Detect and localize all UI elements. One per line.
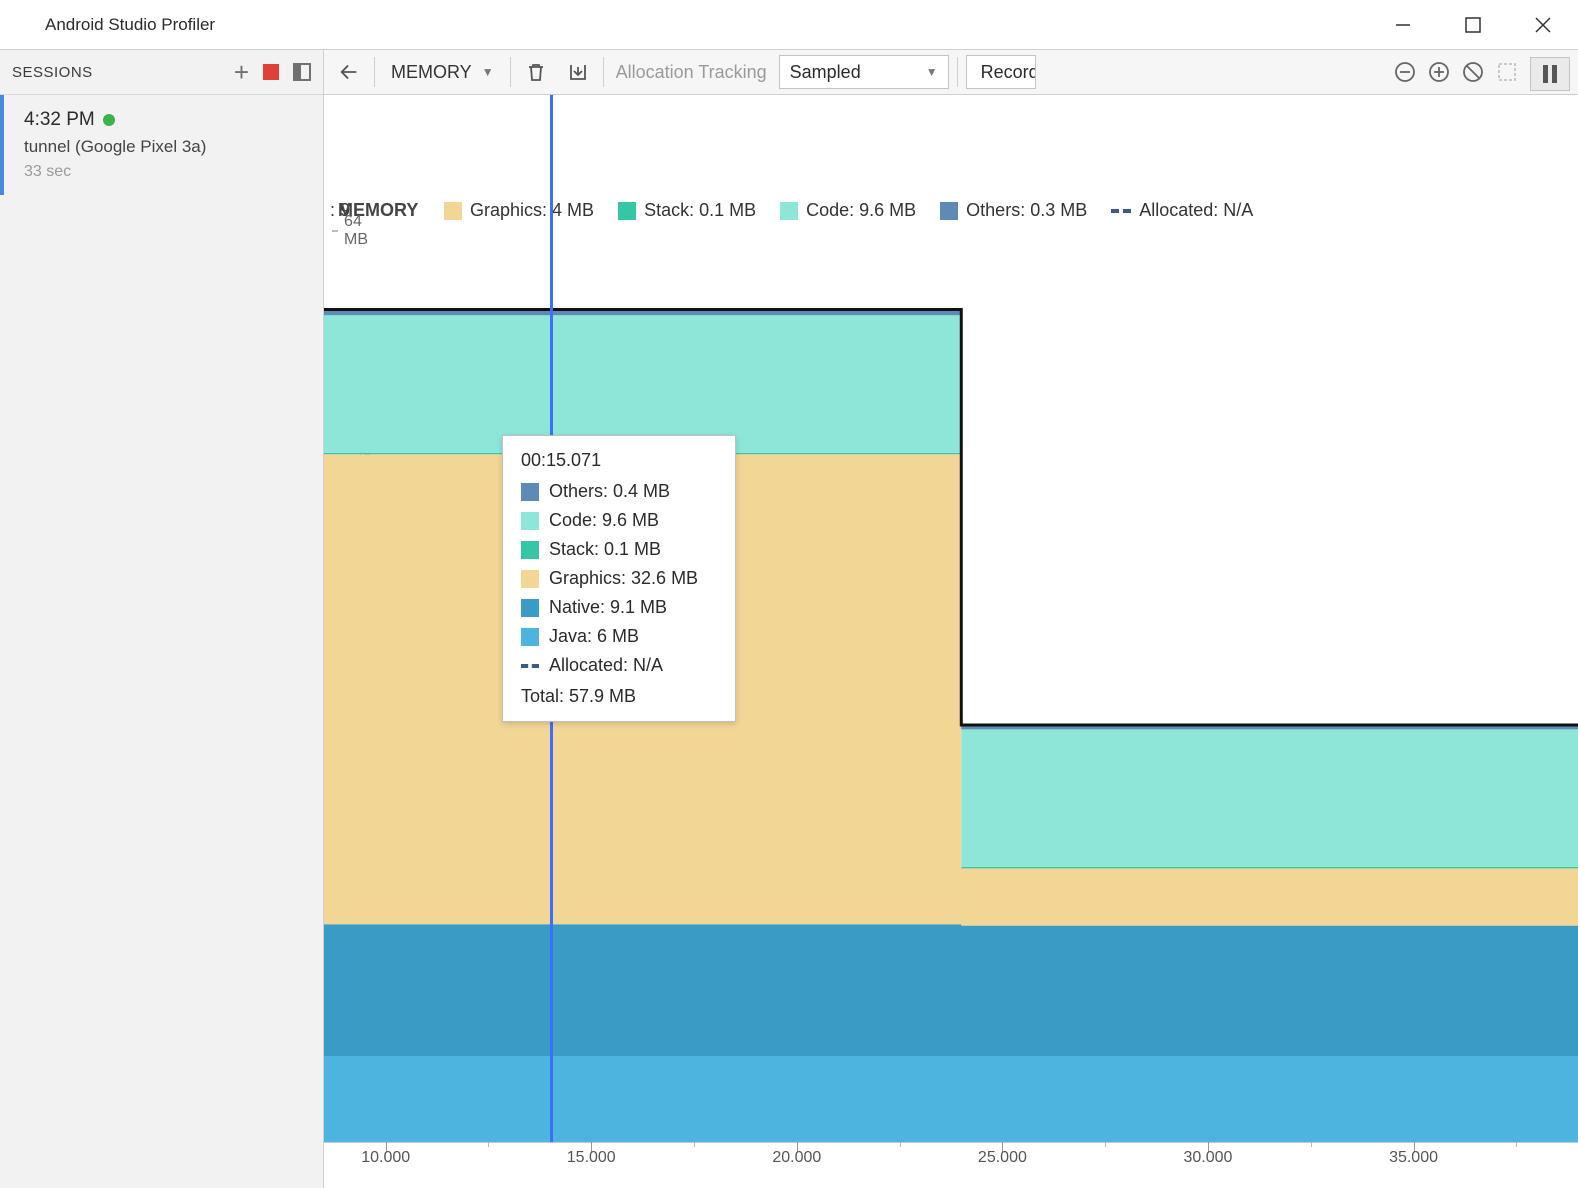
memory-chart[interactable]: : 9 MEMORY Graphics: 4 MB Stack: 0.1 MB … (324, 95, 1578, 1188)
add-session-button[interactable]: + (234, 59, 249, 85)
delete-button[interactable] (519, 55, 553, 89)
sessions-sidebar: SESSIONS + 4:32 PM tunnel (Google Pixel … (0, 50, 324, 1188)
chart-tooltip: 00:15.071 Others: 0.4 MB Code: 9.6 MB St… (502, 435, 736, 722)
x-axis: 10.00015.00020.00025.00030.00035.000 (324, 1142, 1578, 1188)
zoom-reset-button[interactable] (1458, 57, 1488, 87)
back-button[interactable] (332, 55, 366, 89)
close-button[interactable] (1508, 0, 1578, 50)
chevron-down-icon: ▼ (926, 65, 938, 79)
chevron-down-icon: ▼ (482, 65, 494, 79)
session-duration: 33 sec (24, 163, 311, 181)
session-live-indicator (103, 114, 115, 126)
sessions-header: SESSIONS (12, 64, 93, 81)
minimize-button[interactable] (1368, 0, 1438, 50)
allocation-tracking-value: Sampled (790, 62, 861, 83)
pause-button[interactable] (1530, 57, 1570, 91)
allocation-tracking-label: Allocation Tracking (612, 62, 771, 83)
window-title: Android Studio Profiler (45, 15, 215, 35)
maximize-button[interactable] (1438, 0, 1508, 50)
profiler-select[interactable]: MEMORY ▼ (383, 62, 502, 83)
tooltip-total: Total: 57.9 MB (521, 686, 717, 707)
session-time: 4:32 PM (24, 109, 95, 131)
stop-session-button[interactable] (263, 64, 279, 80)
allocation-tracking-select[interactable]: Sampled ▼ (779, 55, 949, 89)
zoom-in-button[interactable] (1424, 57, 1454, 87)
tooltip-time: 00:15.071 (521, 450, 717, 471)
profiler-toolbar: MEMORY ▼ Allocation Tracking Sampled ▼ R… (324, 50, 1578, 95)
zoom-out-button[interactable] (1390, 57, 1420, 87)
import-button[interactable] (561, 55, 595, 89)
profiler-select-value: MEMORY (391, 62, 472, 83)
session-name: tunnel (Google Pixel 3a) (24, 137, 311, 157)
session-item[interactable]: 4:32 PM tunnel (Google Pixel 3a) 33 sec (0, 95, 323, 195)
zoom-selection-button (1492, 57, 1522, 87)
titlebar: Android Studio Profiler (0, 0, 1578, 50)
record-button[interactable]: Record (966, 55, 1036, 89)
collapse-panel-button[interactable] (293, 63, 311, 81)
